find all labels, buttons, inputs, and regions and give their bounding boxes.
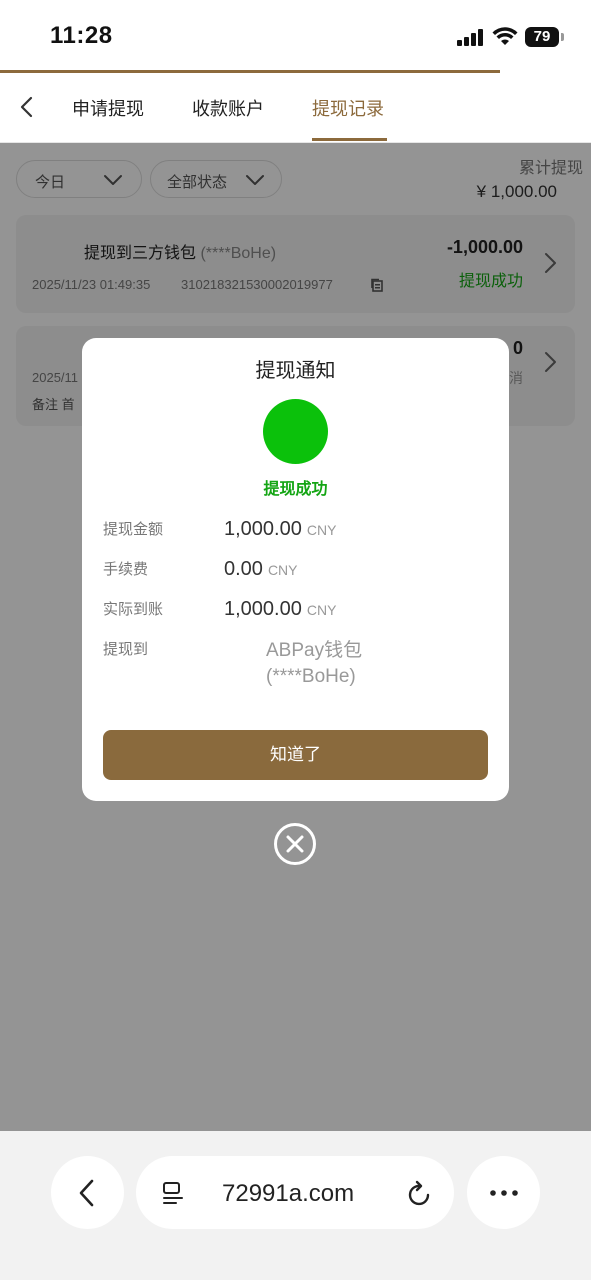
fee-number: 0.00 [224,558,263,580]
tab-payee-accounts[interactable]: 收款账户 [192,95,264,121]
browser-toolbar: 72991a.com [0,1131,591,1280]
wifi-icon [492,27,518,45]
active-tab-indicator [312,138,387,141]
battery-tip [561,33,564,41]
cellular-signal-icon [457,28,485,46]
amount-value: 1,000.00 CNY [224,518,336,541]
back-arrow-icon [79,1179,94,1207]
top-nav: 申请提现 收款账户 提现记录 [0,73,591,143]
dialog-title: 提现通知 [255,360,336,382]
amount-unit: CNY [306,522,337,538]
withdrawal-notice-dialog: 提现通知 提现成功 提现金额 1,000.00 CNY 手续费 0.00 CNY 实… [82,338,509,801]
received-value: 1,000.00 CNY [224,598,336,621]
received-number: 1,000.00 [224,598,302,620]
browser-back-button[interactable] [51,1156,124,1229]
received-unit: CNY [306,602,337,618]
tab-withdrawal-records[interactable]: 提现记录 [312,95,384,121]
fee-label: 手续费 [103,561,149,578]
amount-number: 1,000.00 [224,518,302,540]
success-icon [263,399,328,464]
destination-wallet: ABPay钱包 [266,640,363,661]
tab-apply-withdrawal[interactable]: 申请提现 [72,95,144,121]
status-time: 11:28 [50,22,113,49]
dialog-status: 提现成功 [263,481,328,498]
page-menu-icon[interactable] [160,1180,186,1206]
destination-account: (****BoHe) [266,666,356,687]
received-label: 实际到账 [103,601,164,618]
acknowledge-button[interactable]: 知道了 [103,730,488,780]
reload-icon[interactable] [406,1178,434,1208]
amount-label: 提现金额 [103,521,164,538]
url-text: 72991a.com [222,1180,355,1207]
fee-value: 0.00 CNY [224,558,298,581]
battery-icon: 79 [525,27,559,47]
back-arrow-icon[interactable] [14,93,42,121]
destination-label: 提现到 [103,641,149,658]
address-bar[interactable]: 72991a.com [136,1156,454,1229]
more-options-button[interactable] [467,1156,540,1229]
more-dots-icon [490,1190,518,1196]
close-icon[interactable] [273,822,317,866]
fee-unit: CNY [267,562,298,578]
destination-value: ABPay钱包 (****BoHe) [266,638,362,690]
status-bar: 11:28 79 [0,0,591,72]
